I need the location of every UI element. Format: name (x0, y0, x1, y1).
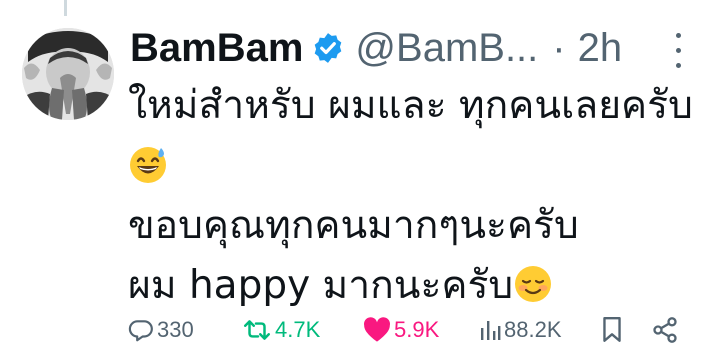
reply-count: 330 (157, 317, 194, 342)
tweet-line-3: ขอบคุณทุกคนมากๆนะครับ (128, 203, 579, 248)
tweet-line-4-text: ผม happy มากนะครับ (128, 263, 514, 308)
tweet-header: BamBam @BamB... · 2h (130, 20, 690, 76)
bookmark-button[interactable] (601, 310, 623, 350)
grinning-face-with-sweat-icon (128, 142, 168, 183)
retweet-button[interactable]: 4.7K (242, 310, 320, 350)
like-count: 5.9K (394, 317, 440, 342)
verified-badge-icon (311, 31, 345, 65)
smiling-face-icon (513, 262, 553, 302)
like-button[interactable]: 5.9K (363, 310, 439, 350)
tweet-actions-bar: 330 4.7K 5.9K 88.2K (128, 310, 708, 350)
reply-button[interactable]: 330 (128, 310, 194, 350)
tweet-line-1: ใหม่สำหรับ ผมและ ทุกคนเลยครับ (128, 83, 693, 128)
retweet-count: 4.7K (275, 317, 321, 342)
bookmark-icon (603, 316, 621, 342)
tweet-text: ใหม่สำหรับ ผมและ ทุกคนเลยครับ ขอบคุณทุกค… (128, 76, 703, 316)
heart-filled-icon (364, 317, 390, 342)
views-count: 88.2K (504, 317, 562, 342)
retweet-icon (243, 320, 271, 340)
avatar-photo-icon (22, 28, 114, 120)
tweet-line-4: ผม happy มากนะครับ (128, 256, 703, 316)
share-icon (653, 317, 677, 343)
author-handle[interactable]: @BamB... (355, 26, 538, 71)
thread-connector-line (64, 0, 67, 16)
reply-icon (128, 320, 153, 342)
views-chart-icon (481, 321, 501, 340)
tweet-timestamp[interactable]: 2h (578, 26, 623, 71)
share-button[interactable] (651, 310, 679, 350)
header-separator: · (552, 25, 566, 70)
more-options-icon[interactable] (673, 33, 683, 69)
tweet-line-2 (128, 136, 703, 196)
author-display-name[interactable]: BamBam (130, 26, 303, 71)
views-button[interactable]: 88.2K (479, 310, 562, 350)
avatar[interactable] (22, 28, 114, 120)
